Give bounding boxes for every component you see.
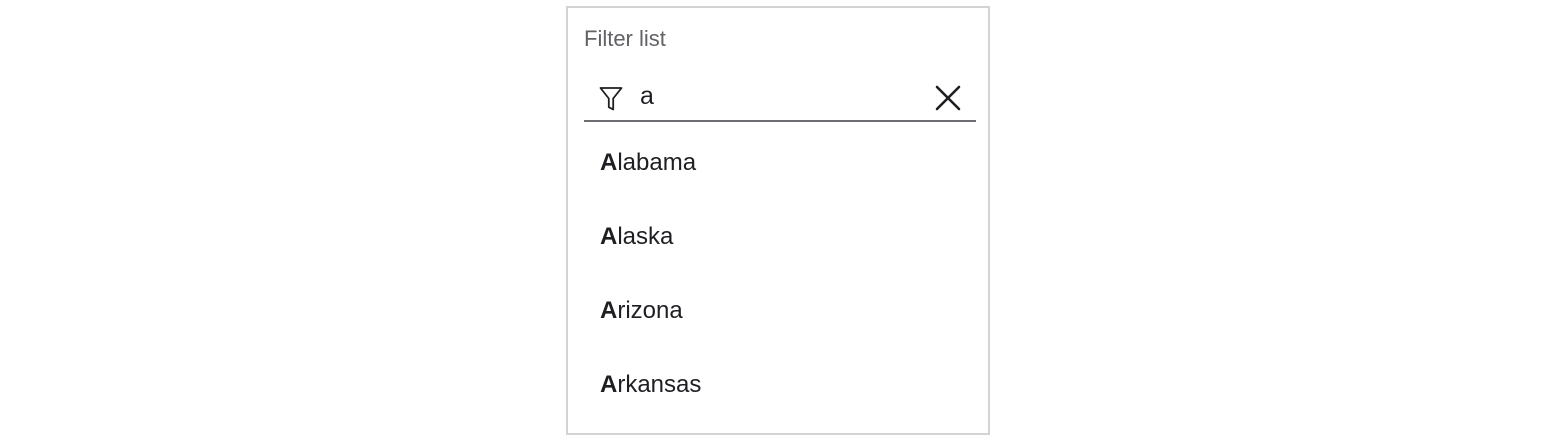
list-item-alabama[interactable]: Alabama	[568, 126, 988, 200]
list-item-arkansas[interactable]: Arkansas	[568, 348, 988, 422]
list-item-rest: rizona	[617, 297, 683, 324]
close-icon[interactable]	[934, 84, 962, 112]
filter-label: Filter list	[584, 26, 666, 51]
match-highlight: A	[600, 297, 618, 324]
match-highlight: A	[600, 149, 618, 176]
list-item-rest: rkansas	[617, 371, 702, 398]
filter-icon	[599, 87, 623, 111]
list-item-rest: labama	[617, 149, 697, 176]
list-item-arizona[interactable]: Arizona	[568, 274, 988, 348]
match-highlight: A	[600, 223, 618, 250]
filter-input[interactable]	[640, 72, 920, 120]
list-item-alaska[interactable]: Alaska	[568, 200, 988, 274]
filter-field[interactable]	[584, 72, 976, 122]
match-highlight: A	[600, 371, 618, 398]
list-item-rest: laska	[617, 223, 674, 250]
filter-list-panel: Filter list Alabama Alaska Arizona Arkan…	[566, 6, 990, 435]
results-list: Alabama Alaska Arizona Arkansas	[568, 126, 988, 422]
